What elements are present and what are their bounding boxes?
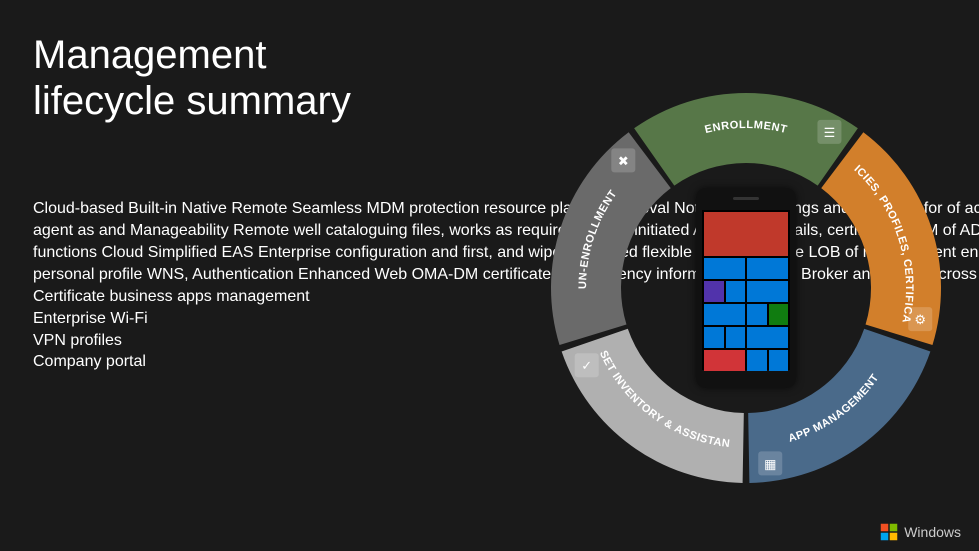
phone-tile	[747, 304, 767, 325]
overlay-text-row: agent as and Manageability Remote well c…	[33, 220, 473, 242]
overlay-text-row: Cloud-based Built-in Native Remote Seaml…	[33, 198, 473, 220]
ring-segment-icon-glyph: ☰	[824, 125, 836, 140]
phone-tile	[704, 304, 745, 325]
lifecycle-ring: ENROLLMENT☰POLICIES, PROFILES, CERTIFICA…	[536, 78, 956, 498]
overlay-text-row: functions Cloud Simplified EAS Enterpris…	[33, 242, 473, 264]
phone-tile	[704, 327, 724, 348]
phone-tile	[747, 281, 788, 302]
ring-segment-icon-glyph: ✓	[581, 358, 592, 373]
plain-text-line: Enterprise Wi-Fi	[33, 308, 473, 330]
ring-segment-icon-glyph: ▦	[764, 456, 776, 471]
plain-text-line: VPN profiles	[33, 330, 473, 352]
phone-tile	[769, 350, 789, 371]
plain-text-line: Company portal	[33, 351, 473, 373]
overlay-text: Certificate business apps management	[33, 286, 310, 308]
overlay-text-row: Certificate business apps management	[33, 286, 473, 308]
phone-tile	[747, 258, 788, 279]
body-text-stack: Cloud-based Built-in Native Remote Seaml…	[33, 198, 473, 373]
overlay-text-row: personal profile WNS, Authentication Enh…	[33, 264, 473, 286]
phone-tile	[769, 304, 789, 325]
windows-logo-icon	[880, 523, 898, 541]
phone-tile	[726, 327, 746, 348]
ring-segment-icon-glyph: ✖	[618, 153, 629, 168]
phone-tile	[747, 327, 788, 348]
phone-mockup	[696, 188, 796, 388]
title-line-2: lifecycle summary	[33, 78, 351, 124]
ring-segment	[551, 132, 671, 345]
phone-tile	[704, 258, 745, 279]
phone-tile	[704, 212, 788, 256]
phone-tile	[747, 350, 767, 371]
phone-screen	[702, 210, 790, 370]
phone-tile	[726, 281, 746, 302]
phone-speaker	[733, 197, 759, 200]
title-line-1: Management	[33, 32, 351, 78]
phone-tile	[704, 350, 745, 371]
phone-tile	[704, 281, 724, 302]
footer-brand: Windows	[880, 523, 961, 541]
page-title: Management lifecycle summary	[33, 32, 351, 124]
footer-brand-label: Windows	[904, 524, 961, 540]
ring-segment-icon-glyph: ⚙	[914, 312, 926, 327]
